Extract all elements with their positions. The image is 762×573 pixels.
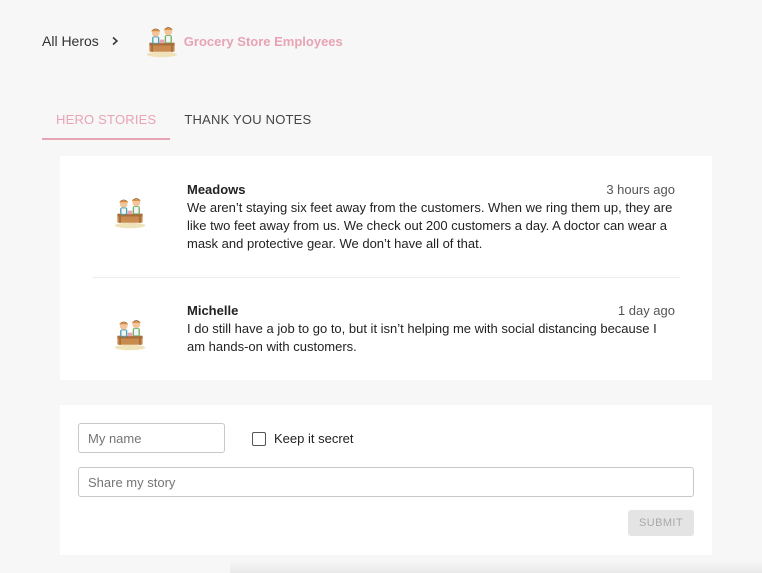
story-item: Meadows 3 hours ago We aren’t staying si… <box>60 156 712 278</box>
grocery-workers-avatar-icon <box>112 194 148 230</box>
breadcrumb: All Heros Grocery Store Employees <box>42 22 343 60</box>
story-text: I do still have a job to go to, but it i… <box>187 321 657 354</box>
tab-thank-you-notes[interactable]: THANK YOU NOTES <box>170 104 325 140</box>
keep-secret-toggle[interactable]: Keep it secret <box>252 431 354 446</box>
submit-button[interactable]: SUBMIT <box>628 510 694 536</box>
story-timestamp: 1 day ago <box>617 303 675 318</box>
story-item: Michelle 1 day ago I do still have a job… <box>60 278 712 380</box>
keep-secret-label: Keep it secret <box>274 431 354 446</box>
bottom-shadow <box>230 560 762 573</box>
story-input[interactable] <box>78 467 694 497</box>
name-input[interactable] <box>78 423 225 453</box>
share-story-form: Keep it secret SUBMIT <box>60 405 712 555</box>
keep-secret-checkbox[interactable] <box>252 431 266 446</box>
story-author-name: Meadows <box>187 182 246 197</box>
breadcrumb-current-page: Grocery Store Employees <box>183 33 343 49</box>
story-author-name: Michelle <box>187 303 239 318</box>
story-tabs: HERO STORIES THANK YOU NOTES <box>42 104 325 140</box>
grocery-workers-avatar-icon <box>144 23 180 59</box>
chevron-right-icon <box>110 36 120 46</box>
stories-list: Meadows 3 hours ago We aren’t staying si… <box>60 156 712 380</box>
tab-hero-stories[interactable]: HERO STORIES <box>42 104 171 140</box>
breadcrumb-all-heros-link[interactable]: All Heros <box>42 33 99 49</box>
story-timestamp: 3 hours ago <box>606 182 675 197</box>
grocery-workers-avatar-icon <box>112 316 148 352</box>
story-text: We aren’t staying six feet away from the… <box>187 200 673 251</box>
